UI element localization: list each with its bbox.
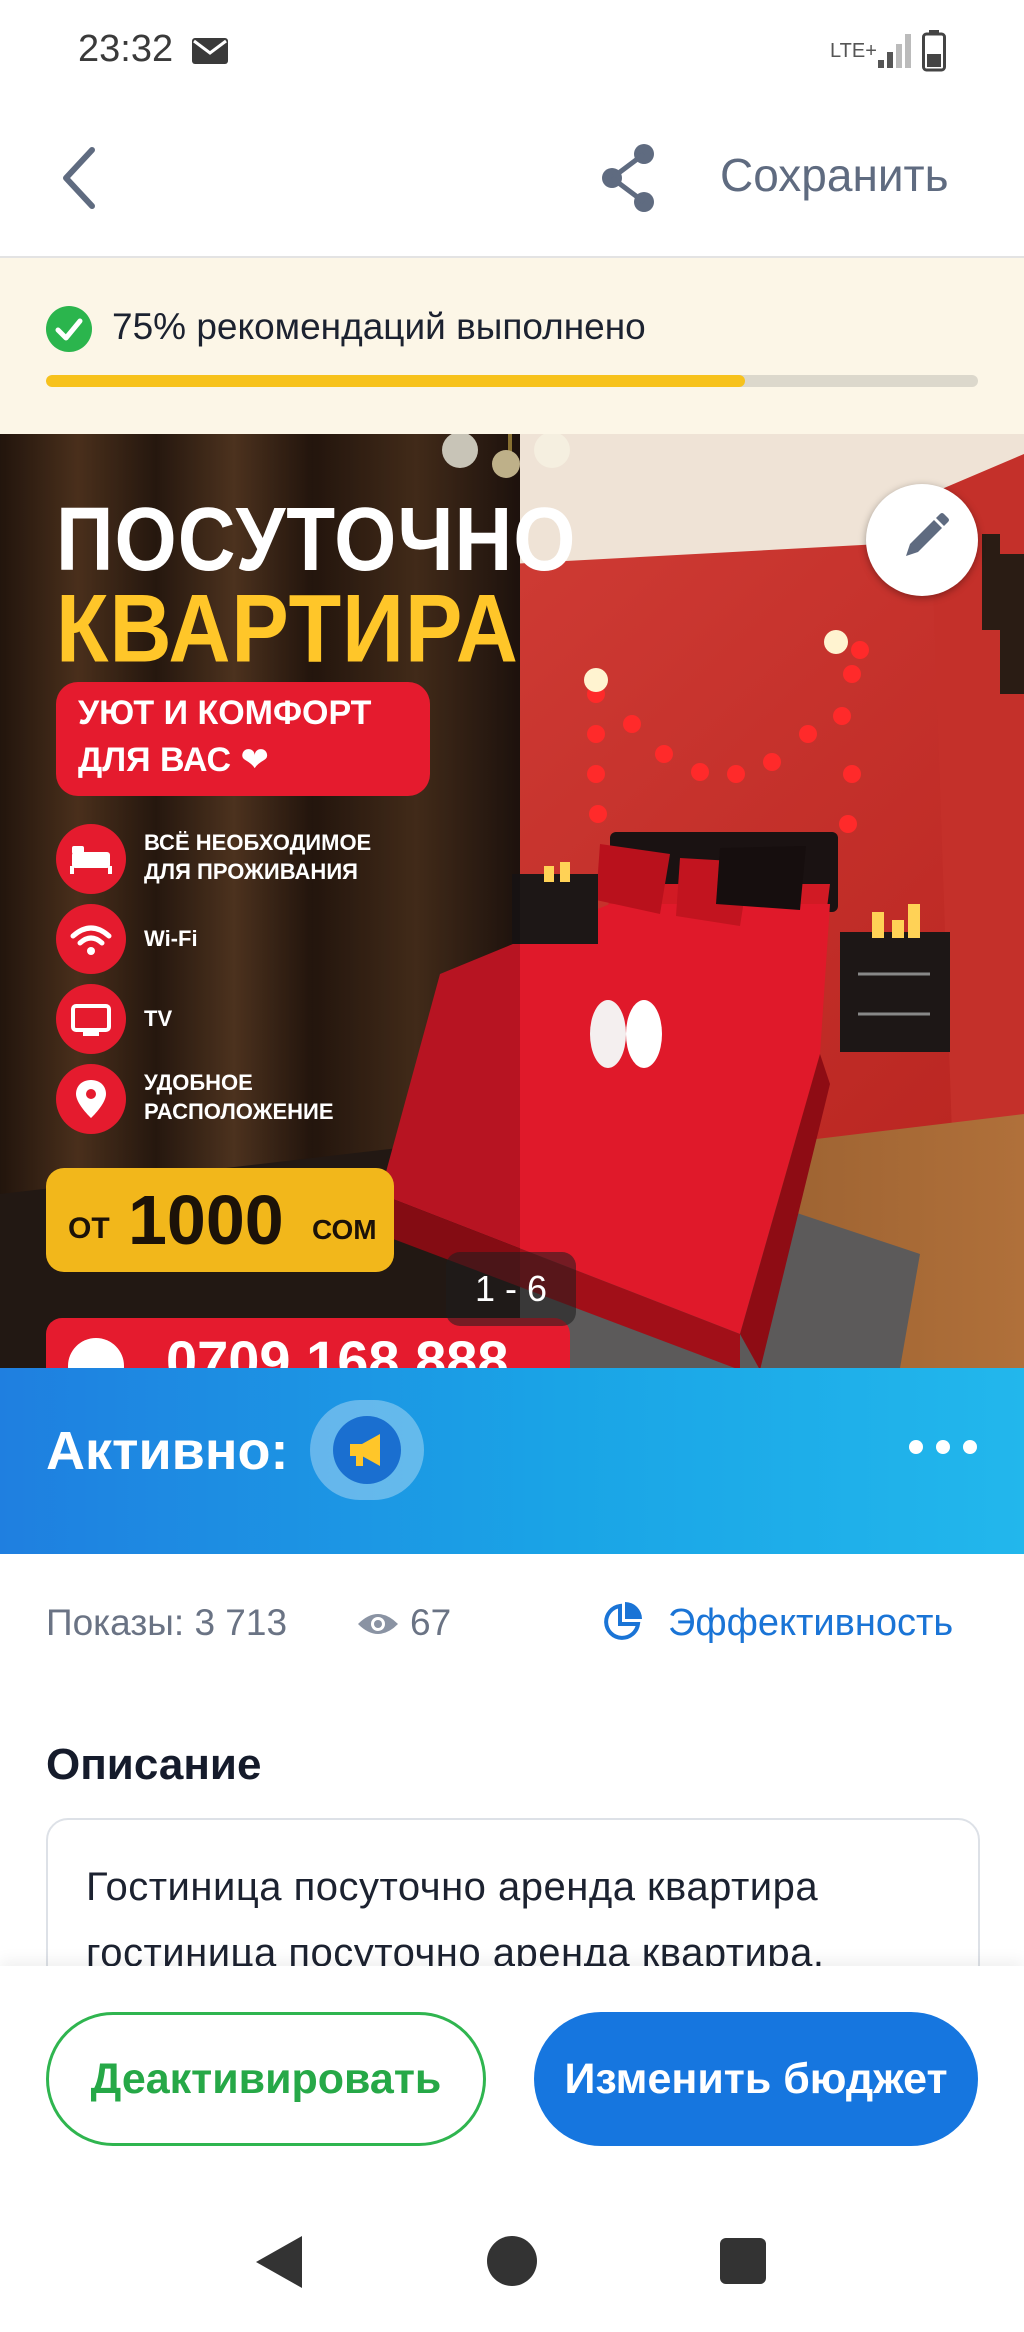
poster-badge-line2: ДЛЯ ВАС ❤	[78, 741, 270, 779]
impressions-count: Показы: 3 713	[46, 1602, 288, 1643]
poster-title-line2: КВАРТИРА	[56, 575, 519, 683]
poster-badge: УЮТ И КОМФОРТ ДЛЯ ВАС ❤	[56, 682, 430, 796]
progress-fill	[46, 375, 745, 387]
feature-text-1: ВСЁ НЕОБХОДИМОЕ ДЛЯ ПРОЖИВАНИЯ	[144, 828, 371, 886]
description-title: Описание	[46, 1740, 262, 1789]
nav-back-icon[interactable]	[254, 2234, 304, 2290]
feature-1-line2: ДЛЯ ПРОЖИВАНИЯ	[144, 859, 358, 884]
poster-badge-line1: УЮТ И КОМФОРТ	[78, 694, 372, 732]
feature-text-2: Wi-Fi	[144, 926, 198, 951]
feature-text-4: УДОБНОЕ РАСПОЛОЖЕНИЕ	[144, 1068, 334, 1126]
deactivate-button[interactable]: Деактивировать	[46, 2012, 486, 2146]
network-type: LTE+	[830, 40, 877, 62]
more-dots-icon[interactable]	[906, 1432, 980, 1462]
pie-chart-icon[interactable]	[600, 1600, 644, 1644]
back-arrow-icon[interactable]	[52, 138, 112, 218]
battery-icon	[922, 30, 946, 72]
efficiency-link[interactable]: Эффективность	[668, 1602, 953, 1645]
share-icon[interactable]	[596, 140, 662, 216]
nav-home-icon[interactable]	[487, 2236, 537, 2286]
signal-icon	[878, 34, 911, 68]
price-value: 1000	[128, 1181, 284, 1259]
eye-icon	[358, 1614, 398, 1634]
feature-text-3: TV	[144, 1006, 173, 1031]
feature-1-line1: ВСЁ НЕОБХОДИМОЕ	[144, 830, 372, 855]
check-circle-icon	[46, 306, 92, 352]
pencil-icon	[906, 513, 949, 556]
location-pin-icon	[56, 1064, 126, 1134]
feature-4-line1: УДОБНОЕ	[144, 1070, 253, 1095]
megaphone-icon	[333, 1416, 401, 1484]
active-label: Активно:	[46, 1421, 289, 1481]
views-count: 67	[410, 1602, 452, 1643]
recommendations-text: 75% рекомендаций выполнено	[112, 306, 646, 347]
mail-icon	[192, 38, 228, 64]
photo-counter: 1 - 6	[446, 1252, 576, 1326]
bed-icon	[56, 824, 126, 894]
wifi-icon	[56, 904, 126, 974]
price-from: ОТ	[68, 1212, 110, 1245]
recommendations-progress	[46, 375, 978, 387]
status-time: 23:32	[78, 28, 174, 70]
promo-badge[interactable]	[310, 1400, 424, 1500]
nav-recents-icon[interactable]	[720, 2238, 766, 2284]
price-badge: ОТ 1000 СОМ	[46, 1168, 394, 1272]
feature-4-line2: РАСПОЛОЖЕНИЕ	[144, 1099, 334, 1124]
price-currency: СОМ	[312, 1214, 377, 1245]
edit-photo-button[interactable]	[866, 484, 978, 596]
save-button[interactable]: Сохранить	[720, 148, 949, 202]
change-budget-button[interactable]: Изменить бюджет	[534, 2012, 978, 2146]
tv-icon	[56, 984, 126, 1054]
